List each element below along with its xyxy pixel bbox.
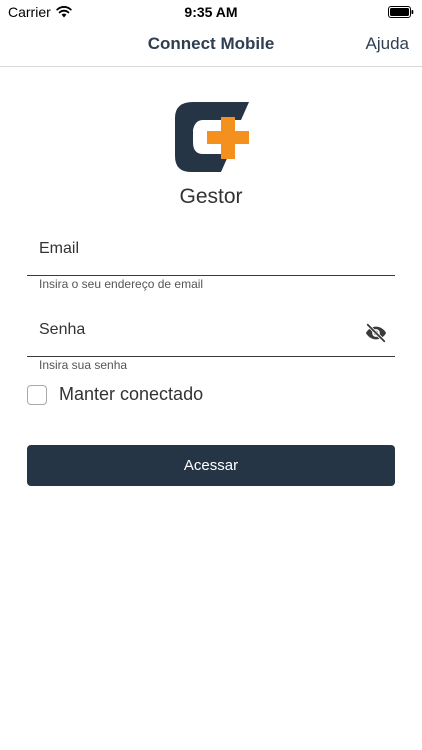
status-time: 9:35 AM <box>184 4 238 20</box>
remember-me-toggle[interactable]: Manter conectado <box>27 384 203 405</box>
status-bar: Carrier 9:35 AM <box>0 0 422 22</box>
gestor-logo <box>175 102 249 172</box>
battery-icon <box>388 5 414 21</box>
remember-me-label: Manter conectado <box>59 384 204 404</box>
navigation-bar: Connect Mobile Ajuda <box>0 22 422 67</box>
page-title: Connect Mobile <box>147 34 275 53</box>
login-button[interactable]: Acessar <box>27 445 395 486</box>
password-field[interactable] <box>27 310 395 357</box>
password-helper-text: Insira sua senha <box>39 358 128 372</box>
eye-off-icon[interactable] <box>365 322 387 344</box>
help-button[interactable]: Ajuda <box>366 34 409 54</box>
remember-me-checkbox[interactable] <box>27 384 47 405</box>
password-input[interactable] <box>39 318 359 342</box>
email-input[interactable] <box>39 237 359 261</box>
email-field[interactable] <box>27 229 395 276</box>
brand-name: Gestor <box>179 185 243 208</box>
email-helper-text: Insira o seu endereço de email <box>39 277 204 291</box>
